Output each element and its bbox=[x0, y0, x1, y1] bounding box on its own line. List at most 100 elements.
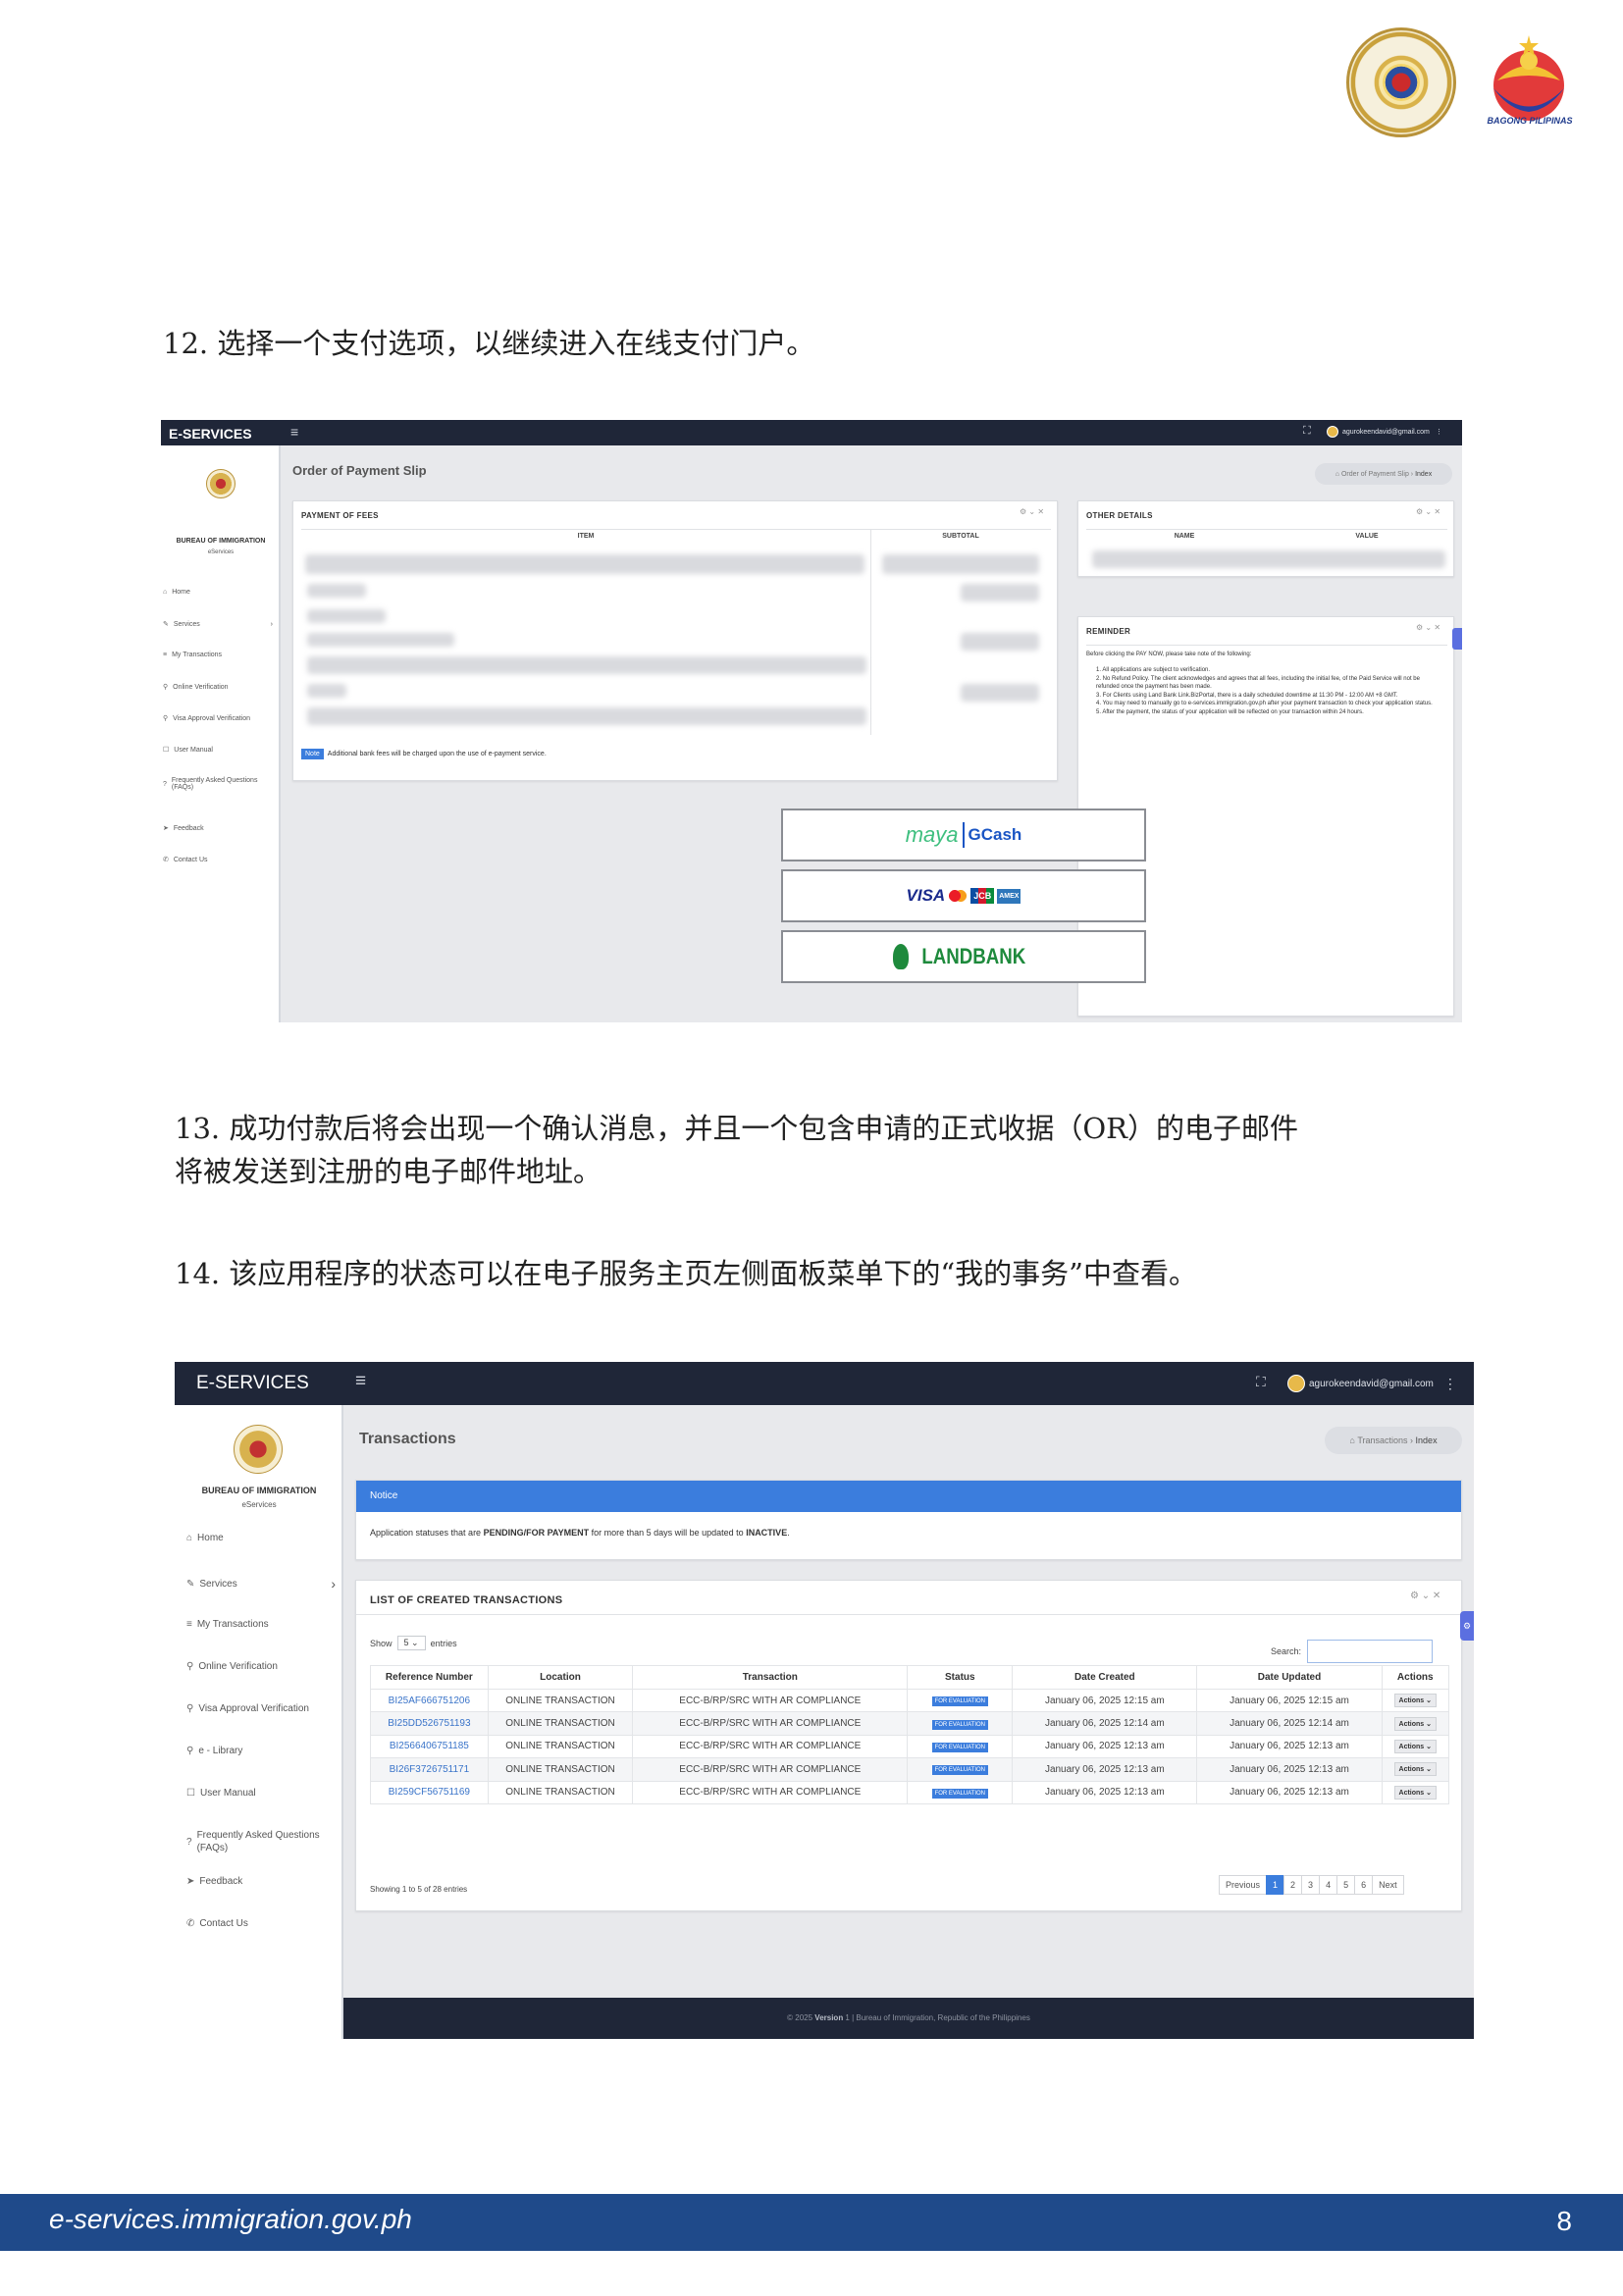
edit-icon: ✎ bbox=[163, 621, 169, 628]
sidebar-item-user-manual[interactable]: ☐ User Manual bbox=[163, 746, 213, 755]
status-badge: FOR EVALUATION bbox=[931, 1719, 989, 1730]
actions-dropdown-button[interactable]: Actions ⌄ bbox=[1393, 1762, 1437, 1777]
col-reference[interactable]: Reference Number bbox=[370, 1665, 489, 1690]
search-label: Search: bbox=[1271, 1646, 1302, 1656]
col-transaction[interactable]: Transaction bbox=[632, 1665, 909, 1690]
page-length-select[interactable]: 5 ⌄ bbox=[396, 1636, 426, 1650]
sidebar-org-sub: eServices bbox=[207, 549, 235, 555]
sidebar-item-user-manual[interactable]: ☐ User Manual bbox=[186, 1788, 256, 1799]
pagination-next[interactable]: Next bbox=[1372, 1875, 1404, 1895]
pay-maya-gcash-button[interactable]: maya GCash bbox=[781, 809, 1146, 861]
pay-landbank-button[interactable]: LANDBANK bbox=[781, 930, 1146, 983]
breadcrumb: ⌂ Transactions › Index bbox=[1325, 1427, 1462, 1454]
sidebar-item-contact[interactable]: ✆ Contact Us bbox=[163, 856, 208, 864]
send-icon: ➤ bbox=[186, 1876, 195, 1887]
col-date-updated[interactable]: Date Updated bbox=[1196, 1665, 1383, 1690]
book-icon: ☐ bbox=[163, 747, 170, 754]
settings-tab-icon[interactable]: ⚙ bbox=[1460, 1611, 1474, 1641]
send-icon: ➤ bbox=[163, 825, 169, 832]
search-icon: ⚲ bbox=[186, 1703, 194, 1714]
actions-cell: Actions ⌄ bbox=[1381, 1734, 1450, 1759]
sidebar-item-visa-verification[interactable]: ⚲ Visa Approval Verification bbox=[186, 1703, 309, 1714]
reference-link[interactable]: BI2566406751185 bbox=[370, 1734, 489, 1759]
date-updated-cell: January 06, 2025 12:13 am bbox=[1196, 1757, 1383, 1782]
more-icon[interactable]: ⋮ bbox=[1443, 1376, 1457, 1392]
table-row: BI25DD526751193 ONLINE TRANSACTION ECC-B… bbox=[370, 1711, 1450, 1736]
pagination-page-6[interactable]: 6 bbox=[1354, 1875, 1374, 1895]
pay-card-button[interactable]: VISA JCB AMEX bbox=[781, 869, 1146, 922]
sidebar-item-home[interactable]: ⌂ Home bbox=[163, 589, 190, 596]
col-status[interactable]: Status bbox=[907, 1665, 1014, 1690]
pagination-page-4[interactable]: 4 bbox=[1319, 1875, 1338, 1895]
list-icon: ≡ bbox=[163, 652, 168, 658]
col-date-created[interactable]: Date Created bbox=[1012, 1665, 1198, 1690]
blurred-row bbox=[307, 656, 866, 674]
sidebar-item-services[interactable]: ✎ Services › bbox=[186, 1576, 336, 1592]
more-icon[interactable]: ⋮ bbox=[1436, 428, 1442, 436]
sidebar-item-my-transactions[interactable]: ≡ My Transactions bbox=[163, 652, 222, 658]
actions-cell: Actions ⌄ bbox=[1381, 1711, 1450, 1736]
breadcrumb-page[interactable]: Order of Payment Slip bbox=[1341, 471, 1409, 478]
actions-dropdown-button[interactable]: Actions ⌄ bbox=[1393, 1694, 1437, 1708]
transactions-table: Reference Number Location Transaction St… bbox=[370, 1665, 1450, 1804]
col-location[interactable]: Location bbox=[487, 1665, 634, 1690]
table-row: BI26F3726751171 ONLINE TRANSACTION ECC-B… bbox=[370, 1757, 1450, 1782]
card-title: REMINDER bbox=[1086, 627, 1131, 636]
sidebar-item-online-verification[interactable]: ⚲ Online Verification bbox=[186, 1661, 278, 1672]
user-email: agurokeendavid@gmail.com bbox=[1342, 428, 1430, 436]
sidebar-item-online-verification[interactable]: ⚲ Online Verification bbox=[163, 683, 229, 692]
card-tools-icon[interactable]: ⚙ ⌄ ✕ bbox=[1416, 507, 1440, 516]
date-updated-cell: January 06, 2025 12:13 am bbox=[1196, 1780, 1383, 1804]
sidebar-item-faqs[interactable]: ? Frequently Asked Questions (FAQs) bbox=[163, 777, 279, 791]
transaction-cell: ECC-B/RP/SRC WITH AR COMPLIANCE bbox=[632, 1711, 909, 1736]
sidebar-item-e-library[interactable]: ⚲ e - Library bbox=[186, 1746, 242, 1756]
blurred-row bbox=[307, 684, 346, 698]
fullscreen-icon[interactable]: ⛶ bbox=[1256, 1374, 1266, 1390]
reference-link[interactable]: BI25DD526751193 bbox=[370, 1711, 489, 1736]
sidebar-item-feedback[interactable]: ➤ Feedback bbox=[163, 824, 204, 833]
pagination-page-1[interactable]: 1 bbox=[1266, 1875, 1285, 1895]
user-email: agurokeendavid@gmail.com bbox=[1309, 1378, 1434, 1389]
search-icon: ⚲ bbox=[186, 1746, 194, 1756]
page-title: Order of Payment Slip bbox=[292, 463, 427, 478]
reference-link[interactable]: BI259CF56751169 bbox=[370, 1780, 489, 1804]
fullscreen-icon[interactable]: ⛶ bbox=[1303, 425, 1311, 438]
card-tools-icon[interactable]: ⚙ ⌄ ✕ bbox=[1020, 507, 1044, 516]
card-tools-icon[interactable]: ⚙ ⌄ ✕ bbox=[1410, 1591, 1440, 1601]
chevron-right-icon: › bbox=[270, 620, 273, 628]
reference-link[interactable]: BI25AF666751206 bbox=[370, 1688, 489, 1713]
sidebar-item-home[interactable]: ⌂ Home bbox=[186, 1533, 224, 1543]
location-cell: ONLINE TRANSACTION bbox=[487, 1734, 634, 1759]
pagination-page-2[interactable]: 2 bbox=[1283, 1875, 1303, 1895]
reminder-item: 4. You may need to manually go to e-serv… bbox=[1096, 701, 1433, 706]
topbar: E-SERVICES ≡ ⛶ agurokeendavid@gmail.com … bbox=[175, 1362, 1474, 1405]
sidebar-item-my-transactions[interactable]: ≡ My Transactions bbox=[186, 1619, 269, 1630]
pagination-previous[interactable]: Previous bbox=[1219, 1875, 1268, 1895]
date-updated-cell: January 06, 2025 12:15 am bbox=[1196, 1688, 1383, 1713]
sidebar-item-contact[interactable]: ✆ Contact Us bbox=[186, 1918, 248, 1929]
pagination-page-5[interactable]: 5 bbox=[1336, 1875, 1356, 1895]
sidebar-item-faqs[interactable]: ? Frequently Asked Questions (FAQs) bbox=[186, 1829, 341, 1854]
card-title: OTHER DETAILS bbox=[1086, 511, 1153, 520]
sidebar-item-visa-verification[interactable]: ⚲ Visa Approval Verification bbox=[163, 714, 250, 723]
reference-link[interactable]: BI26F3726751171 bbox=[370, 1757, 489, 1782]
card-tools-icon[interactable]: ⚙ ⌄ ✕ bbox=[1416, 623, 1440, 632]
pagination-page-3[interactable]: 3 bbox=[1301, 1875, 1321, 1895]
settings-tab-icon[interactable] bbox=[1452, 628, 1462, 650]
actions-dropdown-button[interactable]: Actions ⌄ bbox=[1393, 1739, 1437, 1753]
status-badge: FOR EVALUATION bbox=[931, 1742, 989, 1752]
sidebar-org-name: BUREAU OF IMMIGRATION bbox=[201, 1486, 317, 1495]
menu-toggle-icon[interactable]: ≡ bbox=[290, 424, 298, 440]
actions-dropdown-button[interactable]: Actions ⌄ bbox=[1393, 1785, 1437, 1800]
menu-toggle-icon[interactable]: ≡ bbox=[355, 1371, 366, 1392]
user-menu[interactable]: agurokeendavid@gmail.com ⋮ bbox=[1327, 426, 1442, 438]
user-menu[interactable]: agurokeendavid@gmail.com ⋮ bbox=[1287, 1375, 1457, 1392]
search-input[interactable] bbox=[1307, 1640, 1434, 1663]
sidebar-item-feedback[interactable]: ➤ Feedback bbox=[186, 1876, 242, 1887]
page-footer: e-services.immigration.gov.ph 8 bbox=[0, 2194, 1623, 2251]
breadcrumb-page[interactable]: Transactions bbox=[1357, 1435, 1407, 1445]
show-label: Show bbox=[370, 1638, 393, 1648]
actions-dropdown-button[interactable]: Actions ⌄ bbox=[1393, 1716, 1437, 1731]
page-length-control: Show 5 ⌄ entries bbox=[370, 1636, 457, 1650]
sidebar-item-services[interactable]: ✎ Services › bbox=[163, 620, 273, 629]
